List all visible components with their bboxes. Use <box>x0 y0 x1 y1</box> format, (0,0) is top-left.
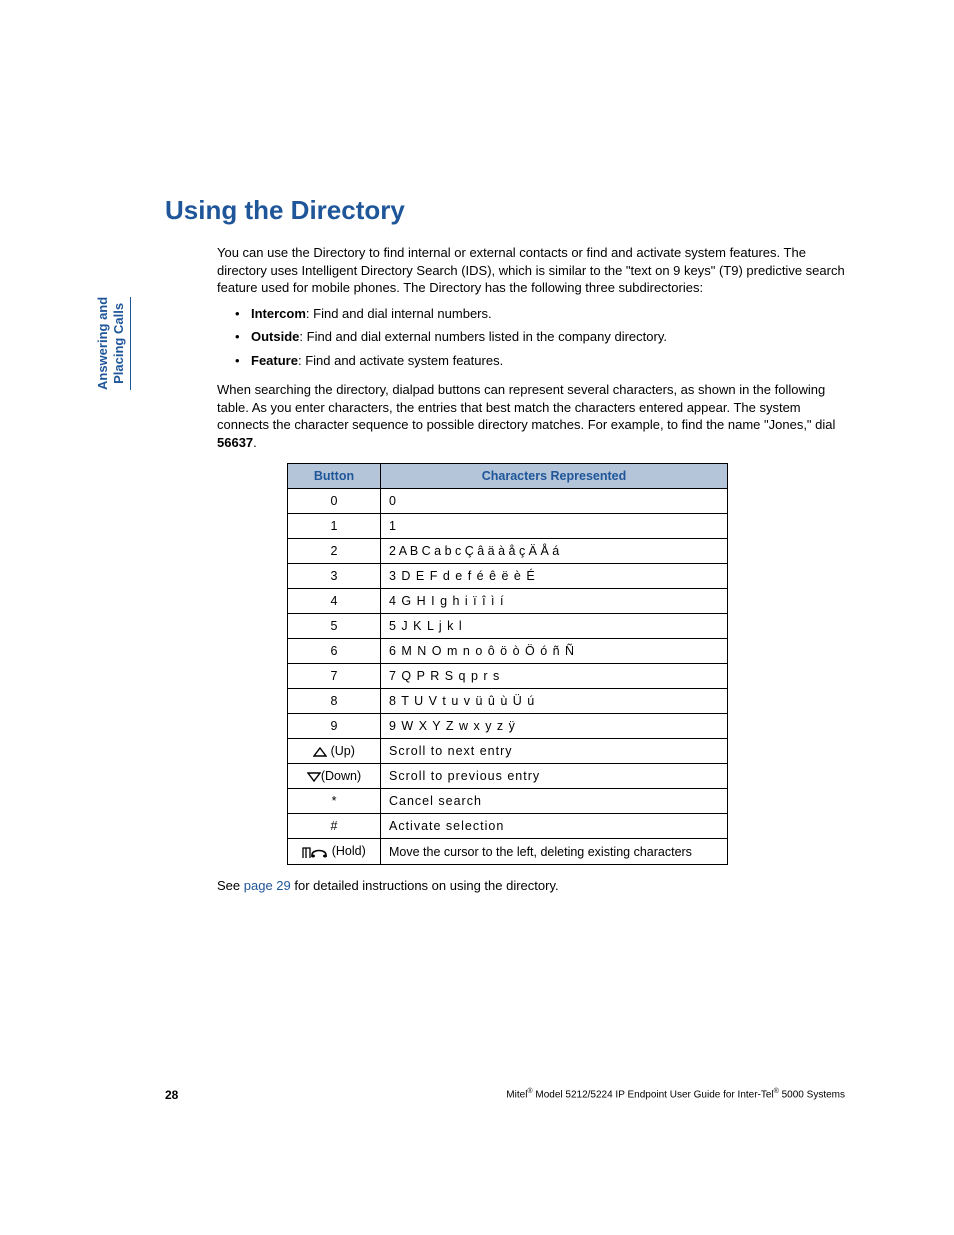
button-cell: (Down) <box>288 764 381 789</box>
button-cell: * <box>288 789 381 814</box>
table-row: (Hold)Move the cursor to the left, delet… <box>288 839 728 865</box>
table-row: #Activate selection <box>288 814 728 839</box>
page-number: 28 <box>165 1088 178 1102</box>
chars-cell: 0 <box>381 489 728 514</box>
button-cell: 4 <box>288 589 381 614</box>
list-desc: : Find and activate system features. <box>298 353 503 368</box>
button-cell: 9 <box>288 714 381 739</box>
list-term: Outside <box>251 329 299 344</box>
button-cell: 5 <box>288 614 381 639</box>
character-table: Button Characters Represented 001122 A B… <box>287 463 728 865</box>
table-row: (Up)Scroll to next entry <box>288 739 728 764</box>
intro-paragraph: You can use the Directory to find intern… <box>217 244 845 297</box>
chars-cell: 2 A B C a b c Ç â ä à å ç Ä Å á <box>381 539 728 564</box>
page-link[interactable]: page 29 <box>244 878 291 893</box>
table-row: 55 J K L j k l <box>288 614 728 639</box>
chars-cell: 7 Q P R S q p r s <box>381 664 728 689</box>
dial-example: 56637 <box>217 435 253 450</box>
button-cell: 1 <box>288 514 381 539</box>
table-row: 77 Q P R S q p r s <box>288 664 728 689</box>
search-paragraph: When searching the directory, dialpad bu… <box>217 381 845 451</box>
chars-cell: 9 W X Y Z w x y z ÿ <box>381 714 728 739</box>
table-row: 88 T U V t u v ü û ù Ü ú <box>288 689 728 714</box>
subdirectory-list: Intercom: Find and dial internal numbers… <box>217 305 845 370</box>
chars-cell: 8 T U V t u v ü û ù Ü ú <box>381 689 728 714</box>
section-tab-line2: Placing Calls <box>111 297 127 390</box>
chars-cell: Activate selection <box>381 814 728 839</box>
button-cell: (Up) <box>288 739 381 764</box>
button-cell: (Hold) <box>288 839 381 865</box>
button-cell: 0 <box>288 489 381 514</box>
list-item: Intercom: Find and dial internal numbers… <box>217 305 845 323</box>
chars-cell: Move the cursor to the left, deleting ex… <box>381 839 728 865</box>
table-row: 66 M N O m n o ô ö ò Ö ó ñ Ñ <box>288 639 728 664</box>
list-desc: : Find and dial external numbers listed … <box>299 329 667 344</box>
table-row: 22 A B C a b c Ç â ä à å ç Ä Å á <box>288 539 728 564</box>
button-cell: 8 <box>288 689 381 714</box>
button-cell: 6 <box>288 639 381 664</box>
button-cell: 3 <box>288 564 381 589</box>
chars-cell: Scroll to previous entry <box>381 764 728 789</box>
para-text-end: . <box>253 435 257 450</box>
footer-text: Mitel® Model 5212/5224 IP Endpoint User … <box>506 1088 845 1100</box>
page-heading: Using the Directory <box>165 195 845 226</box>
up-arrow-icon <box>313 747 327 757</box>
chars-cell: 1 <box>381 514 728 539</box>
hold-icon <box>302 845 328 859</box>
section-tab: Answering and Placing Calls <box>95 297 131 390</box>
table-row: 44 G H I g h i ï î ì í <box>288 589 728 614</box>
table-header-row: Button Characters Represented <box>288 464 728 489</box>
list-item: Feature: Find and activate system featur… <box>217 352 845 370</box>
list-term: Intercom <box>251 306 306 321</box>
chars-cell: 3 D E F d e f é ê ë è É <box>381 564 728 589</box>
chars-cell: Cancel search <box>381 789 728 814</box>
chars-cell: 5 J K L j k l <box>381 614 728 639</box>
see-paragraph: See page 29 for detailed instructions on… <box>217 877 845 895</box>
chars-cell: 6 M N O m n o ô ö ò Ö ó ñ Ñ <box>381 639 728 664</box>
table-row: 00 <box>288 489 728 514</box>
list-term: Feature <box>251 353 298 368</box>
table-row: 33 D E F d e f é ê ë è É <box>288 564 728 589</box>
page-footer: 28 Mitel® Model 5212/5224 IP Endpoint Us… <box>165 1088 845 1102</box>
section-tab-line1: Answering and <box>95 297 111 390</box>
see-after: for detailed instructions on using the d… <box>291 878 559 893</box>
para-text: When searching the directory, dialpad bu… <box>217 382 835 432</box>
table-row: *Cancel search <box>288 789 728 814</box>
list-desc: : Find and dial internal numbers. <box>306 306 492 321</box>
table-row: 11 <box>288 514 728 539</box>
button-cell: 2 <box>288 539 381 564</box>
body-block: You can use the Directory to find intern… <box>217 244 845 895</box>
down-arrow-icon <box>307 772 321 782</box>
header-chars: Characters Represented <box>381 464 728 489</box>
chars-cell: Scroll to next entry <box>381 739 728 764</box>
table-body: 001122 A B C a b c Ç â ä à å ç Ä Å á33 D… <box>288 489 728 865</box>
table-row: (Down)Scroll to previous entry <box>288 764 728 789</box>
page-content: Using the Directory You can use the Dire… <box>165 195 845 903</box>
button-cell: 7 <box>288 664 381 689</box>
list-item: Outside: Find and dial external numbers … <box>217 328 845 346</box>
see-before: See <box>217 878 244 893</box>
header-button: Button <box>288 464 381 489</box>
chars-cell: 4 G H I g h i ï î ì í <box>381 589 728 614</box>
table-row: 99 W X Y Z w x y z ÿ <box>288 714 728 739</box>
button-cell: # <box>288 814 381 839</box>
